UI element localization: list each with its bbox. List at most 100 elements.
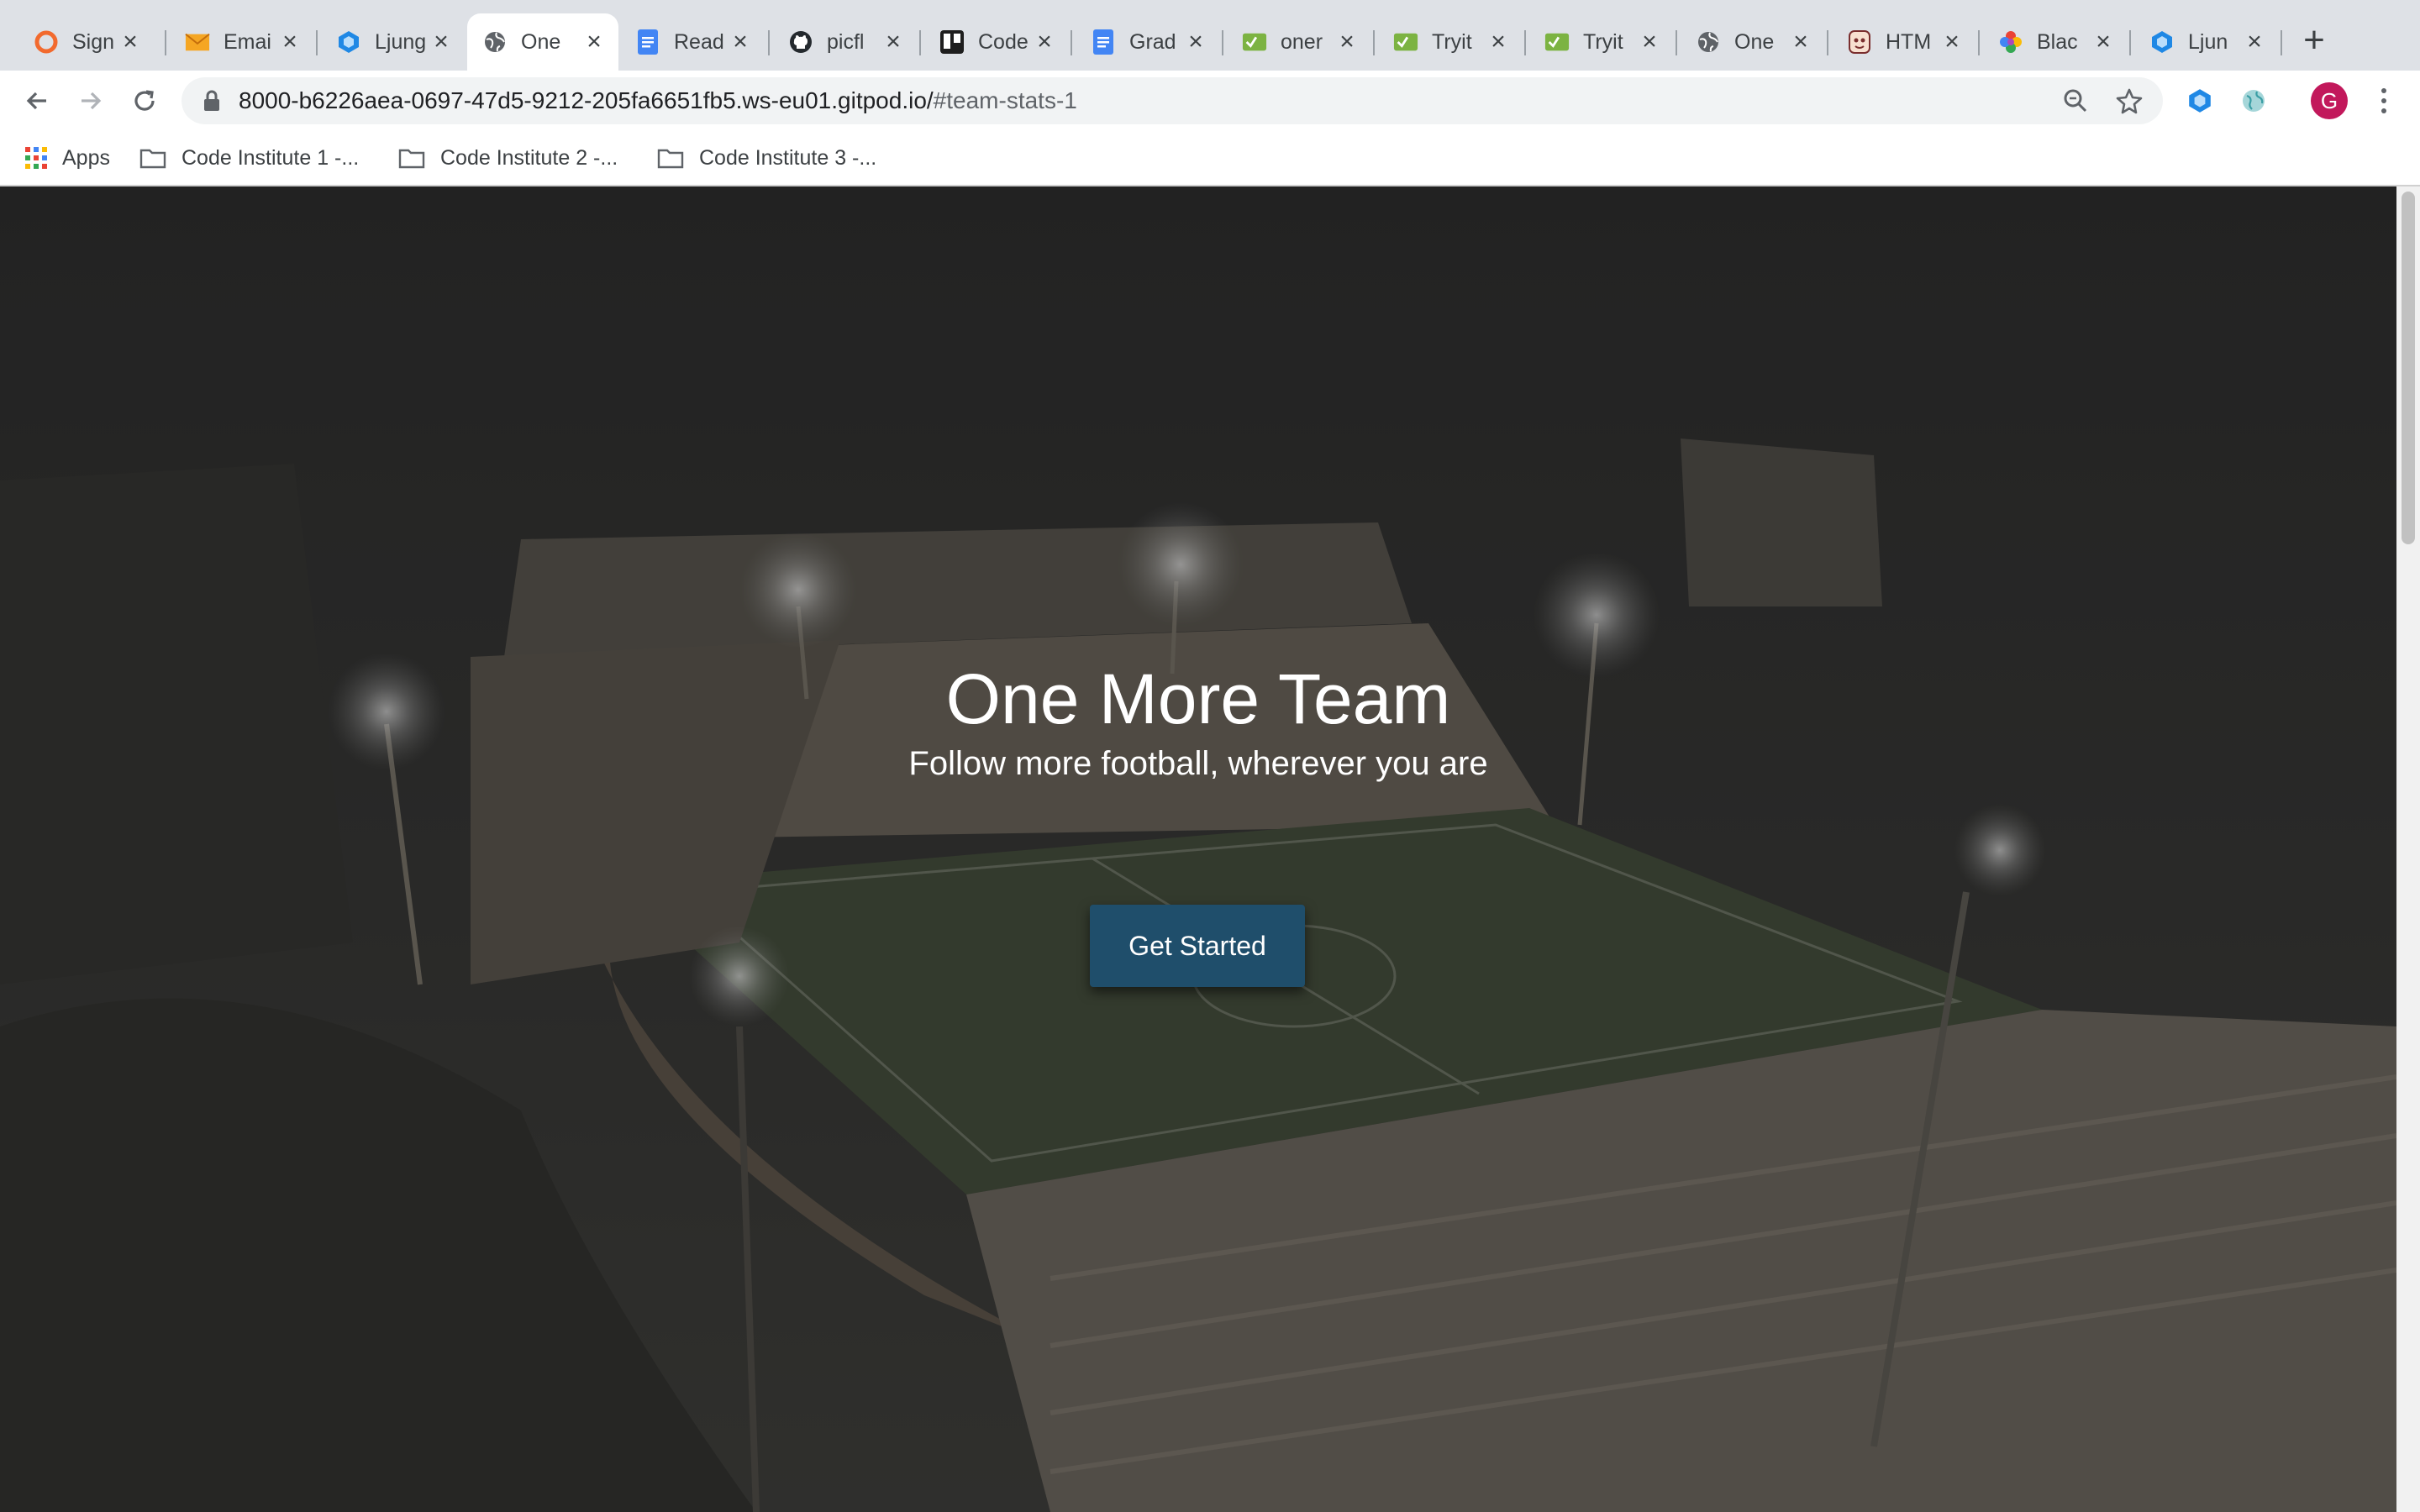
tab-oner[interactable]: oner × — [1227, 13, 1371, 71]
bookmark-label: Code Institute 2 -... — [440, 145, 618, 170]
hexagon-icon — [2149, 29, 2175, 55]
tab-label: oner — [1281, 29, 1323, 54]
docs-icon — [635, 29, 660, 55]
bookmark-label: Code Institute 3 -... — [699, 145, 877, 170]
close-icon[interactable]: × — [1788, 29, 1813, 55]
bookmark-label: Code Institute 1 -... — [182, 145, 360, 170]
bookmark-apps[interactable]: Apps — [25, 141, 110, 175]
close-icon[interactable]: × — [581, 29, 607, 55]
reload-icon — [134, 90, 155, 111]
tab-divider — [768, 30, 770, 55]
bookmark-label: Apps — [62, 145, 110, 170]
tab-divider — [1676, 30, 1677, 55]
envelope-icon — [185, 29, 210, 55]
character-icon — [1847, 29, 1872, 55]
close-icon[interactable]: × — [1939, 29, 1965, 55]
hero-subtitle: Follow more football, wherever you are — [908, 745, 1488, 782]
tab-divider — [2129, 30, 2131, 55]
w3c-validator-icon — [1393, 29, 1418, 55]
close-icon[interactable]: × — [118, 29, 143, 55]
arrow-left-icon — [26, 92, 46, 110]
url-main: 8000-b6226aea-0697-47d5-9212-205fa6651fb… — [239, 87, 934, 113]
hexagon-icon — [336, 29, 361, 55]
tab-blac[interactable]: Blac × — [1983, 13, 2128, 71]
menu-kebab-icon[interactable] — [2371, 82, 2396, 119]
tab-ljung[interactable]: Ljung × — [321, 13, 466, 71]
tab-divider — [1524, 30, 1526, 55]
new-tab-button[interactable]: + — [2296, 22, 2333, 59]
close-icon[interactable]: × — [1183, 29, 1208, 55]
tab-code[interactable]: Code × — [924, 13, 1069, 71]
profile-avatar[interactable]: G — [2311, 82, 2348, 119]
tab-divider — [1373, 30, 1375, 55]
back-button[interactable] — [17, 81, 57, 121]
tab-divider — [919, 30, 921, 55]
tab-divider — [1222, 30, 1223, 55]
page-viewport: One More Team Follow more football, wher… — [0, 186, 2396, 1512]
tab-divider — [1071, 30, 1072, 55]
hero-title: One More Team — [945, 659, 1451, 738]
close-icon[interactable]: × — [1637, 29, 1662, 55]
tab-grad[interactable]: Grad × — [1076, 13, 1220, 71]
tab-label: Grad — [1129, 29, 1176, 54]
tab-label: Emai — [224, 29, 271, 54]
tab-label: Ljun — [2188, 29, 2228, 54]
close-icon[interactable]: × — [2242, 29, 2267, 55]
close-icon[interactable]: × — [277, 29, 302, 55]
tab-divider — [2281, 30, 2282, 55]
page-scrollbar[interactable] — [2396, 186, 2420, 1512]
bookmark-code-institute-1[interactable]: Code Institute 1 -... — [139, 141, 359, 175]
tab-divider — [1827, 30, 1828, 55]
globe-icon — [482, 29, 508, 55]
tab-label: Read — [674, 29, 724, 54]
close-icon[interactable]: × — [1032, 29, 1057, 55]
tab-ljun[interactable]: Ljun × — [2134, 13, 2279, 71]
tab-one-active[interactable]: One × — [467, 13, 618, 71]
tab-label: One — [1734, 29, 1775, 54]
tab-divider — [1978, 30, 1980, 55]
tab-tryit-1[interactable]: Tryit × — [1378, 13, 1523, 71]
github-icon — [788, 29, 813, 55]
close-icon[interactable]: × — [429, 29, 454, 55]
reload-button[interactable] — [124, 81, 165, 121]
tab-label: Tryit — [1583, 29, 1623, 54]
zoom-icon[interactable] — [2062, 87, 2089, 114]
forward-button[interactable] — [71, 81, 111, 121]
pinwheel-icon — [1998, 29, 2023, 55]
close-icon[interactable]: × — [881, 29, 906, 55]
get-started-button[interactable]: Get Started — [1090, 905, 1305, 987]
tab-email[interactable]: Emai × — [170, 13, 314, 71]
dark-overlay — [0, 186, 2396, 1512]
hexagon-extension-icon[interactable] — [2183, 84, 2217, 118]
docs-icon — [1091, 29, 1116, 55]
star-icon[interactable] — [2116, 87, 2143, 114]
address-bar[interactable]: 8000-b6226aea-0697-47d5-9212-205fa6651fb… — [182, 77, 2163, 124]
tab-picfl[interactable]: picfl × — [773, 13, 918, 71]
trello-icon — [939, 29, 965, 55]
tab-read[interactable]: Read × — [620, 13, 765, 71]
tab-label: Code — [978, 29, 1028, 54]
close-icon[interactable]: × — [1486, 29, 1511, 55]
arrow-right-icon — [82, 92, 102, 110]
tab-one-2[interactable]: One × — [1681, 13, 1825, 71]
scrollbar-thumb[interactable] — [2402, 192, 2415, 544]
globe-icon — [1696, 29, 1721, 55]
tab-label: One — [521, 29, 561, 54]
globe-extension-icon[interactable] — [2237, 84, 2270, 118]
tab-label: HTM — [1886, 29, 1932, 54]
tab-htm[interactable]: HTM × — [1832, 13, 1976, 71]
bookmarks-bar: Apps Code Institute 1 -... Code Institut… — [0, 131, 2420, 186]
w3c-validator-icon — [1242, 29, 1267, 55]
close-icon[interactable]: × — [1334, 29, 1360, 55]
close-icon[interactable]: × — [728, 29, 753, 55]
apps-grid-icon — [25, 147, 47, 169]
bookmark-code-institute-2[interactable]: Code Institute 2 -... — [398, 141, 618, 175]
close-icon[interactable]: × — [2091, 29, 2116, 55]
tab-label: Sign — [72, 29, 115, 54]
bookmark-code-institute-3[interactable]: Code Institute 3 -... — [657, 141, 876, 175]
tab-sign[interactable]: Sign × — [18, 13, 155, 71]
tab-tryit-2[interactable]: Tryit × — [1529, 13, 1674, 71]
lock-icon — [202, 89, 222, 117]
tab-strip: Sign × Emai × Ljung × One × Read × picfl… — [0, 0, 2420, 71]
tab-label: Tryit — [1432, 29, 1472, 54]
